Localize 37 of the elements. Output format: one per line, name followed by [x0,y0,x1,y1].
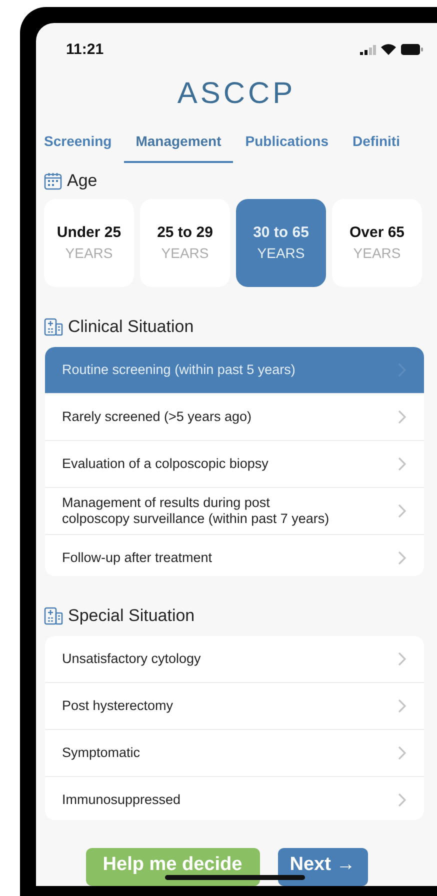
situation-row[interactable]: Unsatisfactory cytology [45,636,424,684]
situation-row[interactable]: Post hysterectomy [45,683,424,730]
situation-row[interactable]: Immunosuppressed [45,777,424,820]
section-title: Clinical Situation [68,316,194,337]
tab[interactable]: Screening [36,122,124,163]
chevron-icon [398,504,406,518]
situation-row[interactable]: Symptomatic [45,730,424,778]
chevron-icon [398,746,406,760]
situation-row[interactable]: Management of results during post colposcopy surveillance (within past 7 years) [45,488,424,535]
hospital-icon [44,607,63,626]
chevron-icon [398,410,406,424]
chevron-icon [398,699,406,714]
logo: ASCCP [177,76,296,111]
situation-row[interactable]: Routine screening (within past 5 years) [45,346,424,394]
tab[interactable]: Management [124,122,234,163]
hospital-icon [44,318,63,336]
chevron-icon [398,793,406,808]
wifi-icon [381,44,396,56]
situation-row[interactable]: Evaluation of a colposcopic biopsy [45,440,424,488]
age-option[interactable]: 30 to 65 YEARS [236,198,326,287]
tab[interactable]: Definiti [340,122,412,163]
situation-row[interactable]: Follow-up after treatment [45,534,424,576]
age-option[interactable]: Over 65 YEARS [332,198,422,287]
calendar-icon [44,172,62,190]
battery-icon [401,44,423,56]
tab[interactable]: Publications [233,122,341,163]
chevron-icon [398,652,406,666]
section-title: Special Situation [68,606,195,626]
situation-row[interactable]: Rarely screened (>5 years ago) [45,394,424,441]
signal-icon [360,44,376,55]
chevron-icon [398,550,406,565]
status-time: 11:21 [66,41,104,58]
chevron-icon [398,456,406,471]
section-title: Age [67,170,98,191]
age-option[interactable]: 25 to 29 YEARS [140,198,230,287]
age-option[interactable]: Under 25 YEARS [44,198,134,287]
next-button[interactable]: Next → [278,848,368,886]
